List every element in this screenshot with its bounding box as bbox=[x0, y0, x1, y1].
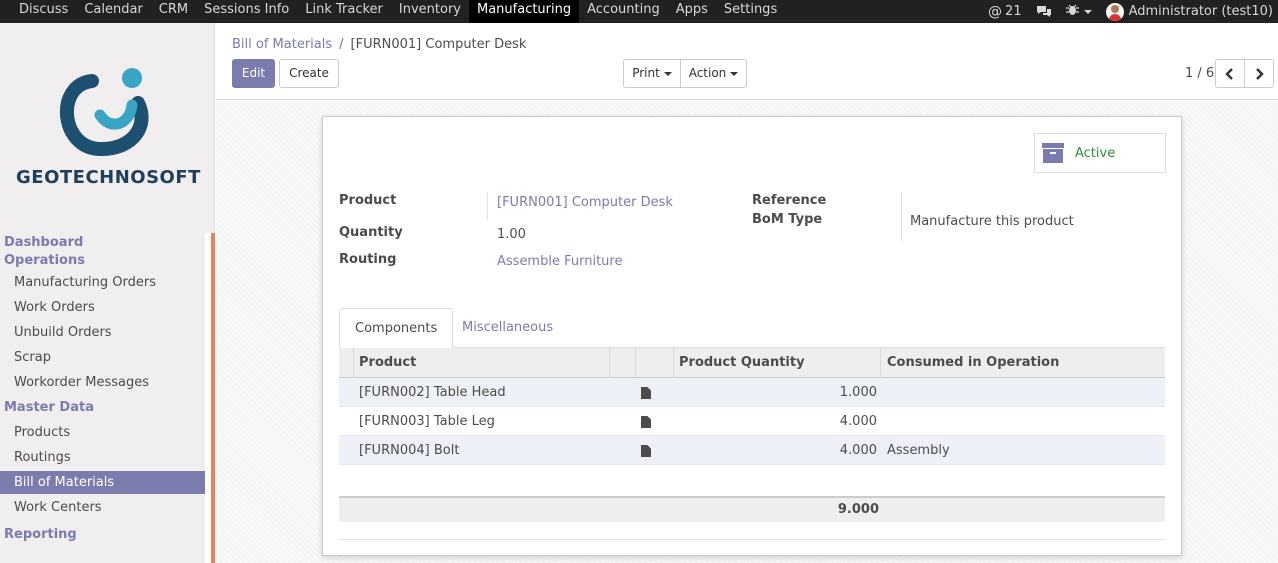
quantity-label: Quantity bbox=[339, 225, 403, 240]
sidebar-item-work-orders[interactable]: Work Orders bbox=[0, 295, 205, 320]
field-divider bbox=[487, 192, 488, 220]
menu-apps[interactable]: Apps bbox=[668, 0, 716, 23]
reference-label: Reference bbox=[752, 193, 827, 208]
chevron-left-icon bbox=[1225, 67, 1233, 80]
action-button[interactable]: Action bbox=[680, 59, 747, 88]
breadcrumb-bill-of-materials[interactable]: Bill of Materials bbox=[232, 37, 332, 52]
menu-discuss[interactable]: Discuss bbox=[11, 0, 76, 23]
sidebar: GEOTECHNOSOFT Dashboard Operations Manuf… bbox=[0, 23, 215, 563]
sidebar-nav: Dashboard Operations Manufacturing Order… bbox=[0, 234, 205, 550]
column-product[interactable]: Product bbox=[359, 348, 416, 378]
systray: @ 21 Administrator (test10) bbox=[974, 0, 1273, 23]
sidebar-header-dashboard[interactable]: Dashboard bbox=[0, 234, 205, 252]
menu-calendar[interactable]: Calendar bbox=[76, 0, 150, 23]
at-icon: @ bbox=[988, 3, 1003, 20]
form-sheet: Active Product [FURN001] Computer Desk Q… bbox=[322, 116, 1182, 556]
archive-icon bbox=[1042, 143, 1064, 163]
sidebar-item-routings[interactable]: Routings bbox=[0, 445, 205, 470]
field-divider bbox=[901, 192, 902, 242]
cell-quantity: 4.000 bbox=[839, 414, 877, 429]
company-logo: GEOTECHNOSOFT bbox=[0, 23, 215, 223]
active-toggle-button[interactable]: Active bbox=[1034, 133, 1166, 173]
sidebar-item-unbuild-orders[interactable]: Unbuild Orders bbox=[0, 320, 205, 345]
cell-operation: Assembly bbox=[887, 443, 950, 458]
table-row[interactable]: [FURN002] Table Head 1.000 bbox=[339, 378, 1165, 407]
quantity-total: 9.000 bbox=[837, 502, 879, 517]
sidebar-header-master-data[interactable]: Master Data bbox=[0, 395, 205, 420]
chevron-down-icon bbox=[730, 71, 739, 76]
create-button[interactable]: Create bbox=[279, 59, 339, 88]
column-product-quantity[interactable]: Product Quantity bbox=[679, 348, 805, 378]
table-row[interactable]: [FURN003] Table Leg 4.000 bbox=[339, 407, 1165, 436]
control-panel: Bill of Materials / [FURN001] Computer D… bbox=[216, 23, 1278, 100]
cell-product: [FURN003] Table Leg bbox=[359, 414, 495, 429]
chevron-down-icon bbox=[1083, 9, 1092, 14]
product-label: Product bbox=[339, 193, 397, 208]
quantity-field: 1.00 bbox=[497, 227, 526, 242]
bom-type-field: Manufacture this product bbox=[910, 214, 1074, 229]
document-icon[interactable] bbox=[641, 416, 651, 428]
breadcrumb-separator: / bbox=[339, 37, 344, 52]
sidebar-header-reporting[interactable]: Reporting bbox=[0, 520, 205, 550]
components-table: Product Product Quantity Consumed in Ope… bbox=[339, 348, 1165, 522]
chat-icon[interactable] bbox=[1036, 5, 1052, 19]
chevron-down-icon bbox=[663, 71, 672, 76]
sidebar-header-operations[interactable]: Operations bbox=[0, 252, 205, 270]
avatar bbox=[1105, 2, 1124, 21]
sidebar-item-work-centers[interactable]: Work Centers bbox=[0, 495, 205, 520]
user-menu[interactable]: Administrator (test10) bbox=[1105, 2, 1273, 21]
top-navbar: Discuss Calendar CRM Sessions Info Link … bbox=[0, 0, 1278, 23]
table-footer: 9.000 bbox=[339, 496, 1165, 522]
bug-icon bbox=[1065, 3, 1079, 20]
logo-text: GEOTECHNOSOFT bbox=[16, 167, 201, 188]
action-label: Action bbox=[688, 66, 727, 80]
sidebar-item-bill-of-materials[interactable]: Bill of Materials bbox=[0, 471, 205, 494]
bom-type-label: BoM Type bbox=[752, 212, 823, 227]
sidebar-item-scrap[interactable]: Scrap bbox=[0, 345, 205, 370]
debug-menu[interactable] bbox=[1065, 3, 1092, 20]
table-header: Product Product Quantity Consumed in Ope… bbox=[339, 348, 1165, 378]
breadcrumb-current: [FURN001] Computer Desk bbox=[350, 37, 527, 52]
pager-next-button[interactable] bbox=[1244, 59, 1274, 88]
cell-quantity: 1.000 bbox=[839, 385, 877, 400]
tab-components[interactable]: Components bbox=[339, 308, 454, 349]
menu-link-tracker[interactable]: Link Tracker bbox=[297, 0, 391, 23]
menu-settings[interactable]: Settings bbox=[716, 0, 785, 23]
column-consumed-in-operation[interactable]: Consumed in Operation bbox=[887, 348, 1059, 378]
sidebar-item-products[interactable]: Products bbox=[0, 420, 205, 445]
pager-previous-button[interactable] bbox=[1215, 59, 1245, 88]
menu-accounting[interactable]: Accounting bbox=[579, 0, 668, 23]
chevron-right-icon bbox=[1256, 67, 1264, 80]
notebook-tabs: Components Miscellaneous bbox=[339, 308, 1165, 349]
tab-miscellaneous[interactable]: Miscellaneous bbox=[447, 308, 568, 349]
pager-value[interactable]: 1 / 6 bbox=[1185, 66, 1214, 81]
menu-inventory[interactable]: Inventory bbox=[391, 0, 469, 23]
scrollbar-thumb[interactable] bbox=[211, 233, 215, 563]
user-name: Administrator (test10) bbox=[1128, 4, 1273, 19]
menu-sessions-info[interactable]: Sessions Info bbox=[196, 0, 297, 23]
breadcrumb: Bill of Materials / [FURN001] Computer D… bbox=[232, 37, 526, 52]
sheet-divider bbox=[339, 539, 1165, 540]
product-field[interactable]: [FURN001] Computer Desk bbox=[497, 195, 673, 210]
sidebar-item-workorder-messages[interactable]: Workorder Messages bbox=[0, 370, 205, 395]
active-label: Active bbox=[1075, 145, 1116, 161]
document-icon[interactable] bbox=[641, 387, 651, 399]
cell-product: [FURN002] Table Head bbox=[359, 385, 506, 400]
cell-quantity: 4.000 bbox=[839, 443, 877, 458]
cell-product: [FURN004] Bolt bbox=[359, 443, 460, 458]
print-button[interactable]: Print bbox=[623, 59, 681, 88]
routing-field[interactable]: Assemble Furniture bbox=[497, 254, 622, 269]
edit-button[interactable]: Edit bbox=[232, 59, 275, 88]
document-icon[interactable] bbox=[641, 445, 651, 457]
table-row[interactable]: [FURN004] Bolt 4.000 Assembly bbox=[339, 436, 1165, 465]
print-label: Print bbox=[632, 66, 660, 80]
app-menu: Discuss Calendar CRM Sessions Info Link … bbox=[11, 0, 785, 23]
menu-manufacturing[interactable]: Manufacturing bbox=[468, 0, 580, 23]
menu-crm[interactable]: CRM bbox=[151, 0, 196, 23]
mentions[interactable]: @ 21 bbox=[988, 4, 1022, 20]
mention-count: 21 bbox=[1005, 4, 1022, 19]
sidebar-item-manufacturing-orders[interactable]: Manufacturing Orders bbox=[0, 270, 205, 295]
routing-label: Routing bbox=[339, 252, 397, 267]
form-view-background: Active Product [FURN001] Computer Desk Q… bbox=[216, 101, 1278, 563]
